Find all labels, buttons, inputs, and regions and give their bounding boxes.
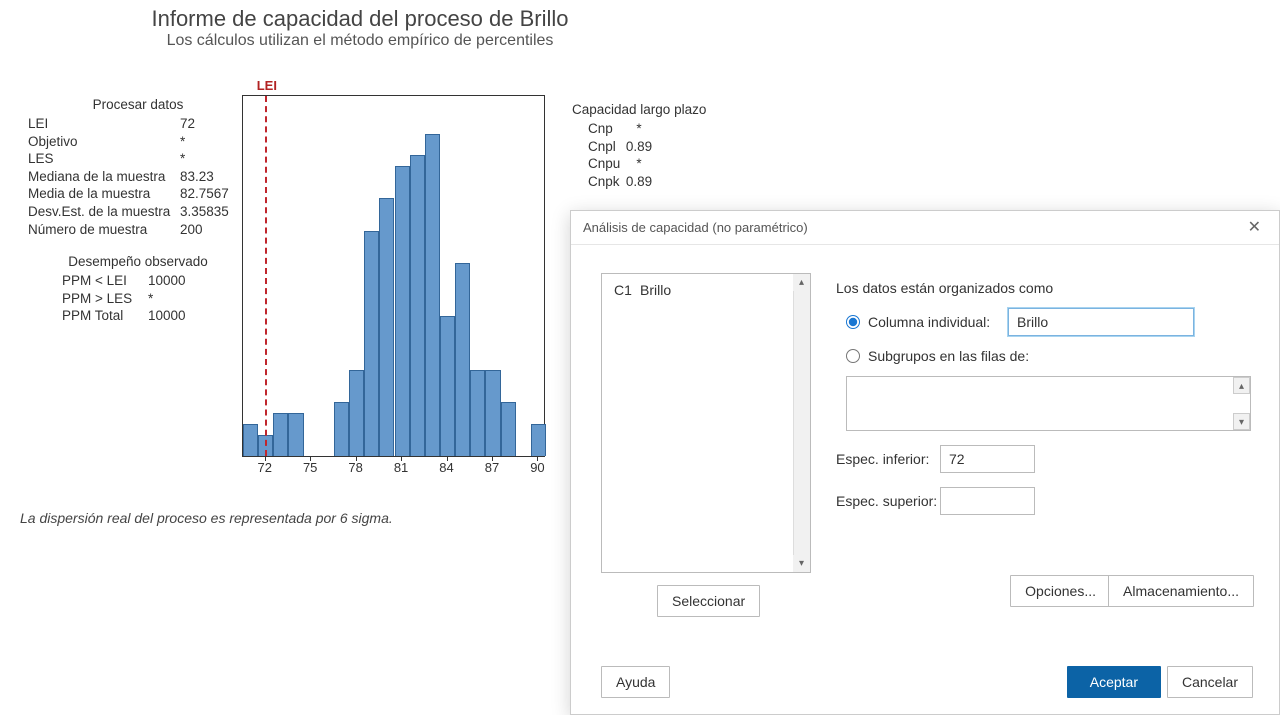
scroll-down-icon[interactable]: ▾ (793, 555, 810, 572)
stat-label: LEI (28, 115, 180, 133)
histogram-bar (379, 198, 394, 456)
x-tick-label: 84 (439, 460, 453, 475)
stat-label: Número de muestra (28, 221, 180, 239)
stat-value: 82.7567 (180, 185, 240, 203)
stat-label: Cnpl (572, 138, 614, 156)
scroll-up-icon[interactable]: ▴ (793, 274, 810, 291)
close-icon[interactable]: ✕ (1242, 211, 1267, 245)
accept-button[interactable]: Aceptar (1067, 666, 1161, 698)
report-footnote: La dispersión real del proceso es repres… (20, 510, 393, 526)
histogram-bar (288, 413, 303, 456)
histogram-bar (395, 166, 410, 456)
histogram-bar (501, 402, 516, 456)
spec-upper-label: Espec. superior: (836, 493, 940, 509)
select-button[interactable]: Seleccionar (657, 585, 760, 617)
report-subtitle: Los cálculos utilizan el método empírico… (10, 32, 710, 50)
individual-column-radio[interactable] (846, 315, 860, 329)
capability-report: Informe de capacidad del proceso de Bril… (10, 0, 910, 50)
histogram-bar (410, 155, 425, 456)
spec-lower-input[interactable] (940, 445, 1035, 473)
lei-label: LEI (257, 78, 277, 93)
observed-perf-header: Desempeño observado (28, 252, 248, 272)
stat-label: PPM < LEI (62, 272, 148, 290)
histogram-bar (364, 231, 379, 456)
histogram-bar (425, 134, 440, 456)
subgroups-radio[interactable] (846, 349, 860, 363)
subgroups-label: Subgrupos en las filas de: (868, 348, 1029, 364)
individual-column-label: Columna individual: (868, 314, 1008, 330)
x-axis-ticks: 72 75 78 81 84 87 90 (242, 460, 545, 480)
histogram-bar (485, 370, 500, 456)
histogram-bar (273, 413, 288, 456)
stat-value: * (180, 133, 240, 151)
spec-lower-label: Espec. inferior: (836, 451, 940, 467)
stat-value: 200 (180, 221, 240, 239)
stat-value: * (180, 150, 240, 168)
dialog-title: Análisis de capacidad (no paramétrico) (583, 211, 808, 245)
subgroups-input[interactable]: ▴ ▾ (846, 376, 1251, 431)
column-item[interactable]: C1Brillo (602, 274, 810, 306)
scroll-down-icon[interactable]: ▾ (1233, 413, 1250, 430)
long-term-header: Capacidad largo plazo (572, 100, 706, 120)
stat-label: Cnpu (572, 155, 614, 173)
dialog-titlebar: Análisis de capacidad (no paramétrico) ✕ (571, 211, 1279, 245)
stat-value: 0.89 (614, 138, 664, 156)
stat-label: Mediana de la muestra (28, 168, 180, 186)
stat-label: PPM > LES (62, 290, 148, 308)
capability-analysis-dialog: Análisis de capacidad (no paramétrico) ✕… (570, 210, 1280, 715)
help-button[interactable]: Ayuda (601, 666, 670, 698)
stat-value: 72 (180, 115, 240, 133)
stat-value: * (614, 120, 664, 138)
x-tick-label: 78 (348, 460, 362, 475)
histogram-bar (440, 316, 455, 456)
histogram-bar (455, 263, 470, 456)
histogram-bar (349, 370, 364, 456)
stat-value: 0.89 (614, 173, 664, 191)
histogram-bar (334, 402, 349, 456)
histogram-bar (243, 424, 258, 456)
stat-label: Desv.Est. de la muestra (28, 203, 180, 221)
scrollbar[interactable]: ▴ ▾ (793, 274, 810, 572)
stat-label: LES (28, 150, 180, 168)
x-tick-label: 81 (394, 460, 408, 475)
stat-label: Cnp (572, 120, 614, 138)
x-tick-label: 87 (485, 460, 499, 475)
stat-label: Cnpk (572, 173, 614, 191)
process-data-block: Procesar datos LEI72Objetivo*LES*Mediana… (28, 95, 248, 325)
options-button[interactable]: Opciones... (1010, 575, 1111, 607)
storage-button[interactable]: Almacenamiento... (1108, 575, 1254, 607)
data-organization-form: Los datos están organizados como Columna… (836, 280, 1261, 515)
histogram-bar (470, 370, 485, 456)
x-tick-label: 75 (303, 460, 317, 475)
report-title: Informe de capacidad del proceso de Bril… (10, 6, 710, 32)
stat-value: 83.23 (180, 168, 240, 186)
x-tick-label: 90 (530, 460, 544, 475)
stat-value: 3.35835 (180, 203, 240, 221)
stat-value: * (148, 290, 208, 308)
lei-reference-line (265, 96, 267, 456)
organized-as-label: Los datos están organizados como (836, 280, 1261, 296)
column-list[interactable]: C1Brillo ▴ ▾ (601, 273, 811, 573)
stat-label: Media de la muestra (28, 185, 180, 203)
stat-label: PPM Total (62, 307, 148, 325)
spec-upper-input[interactable] (940, 487, 1035, 515)
histogram-bar (531, 424, 546, 456)
scroll-up-icon[interactable]: ▴ (1233, 377, 1250, 394)
stat-value: 10000 (148, 272, 208, 290)
cancel-button[interactable]: Cancelar (1167, 666, 1253, 698)
stat-value: * (614, 155, 664, 173)
stat-value: 10000 (148, 307, 208, 325)
process-data-header: Procesar datos (28, 95, 248, 115)
long-term-capability-block: Capacidad largo plazo Cnp*Cnpl0.89Cnpu*C… (572, 100, 706, 190)
x-tick-label: 72 (257, 460, 271, 475)
histogram-chart (242, 95, 545, 457)
stat-label: Objetivo (28, 133, 180, 151)
individual-column-input[interactable] (1008, 308, 1194, 336)
